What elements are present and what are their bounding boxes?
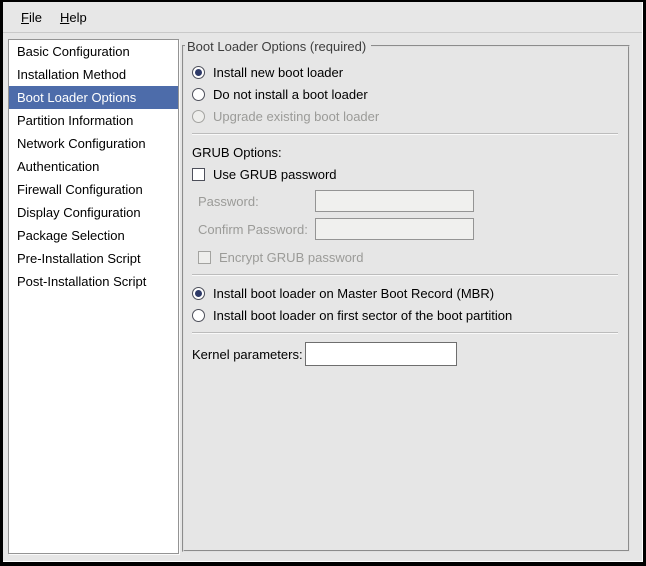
- check-row-encrypt-grub-password: Encrypt GRUB password: [198, 246, 618, 268]
- radio-row-upgrade-existing: Upgrade existing boot loader: [192, 105, 618, 127]
- radio-label: Install new boot loader: [213, 65, 343, 80]
- kernel-parameters-label: Kernel parameters:: [192, 347, 305, 362]
- grub-options-label: GRUB Options:: [192, 141, 618, 163]
- sidebar-item-pre-installation-script[interactable]: Pre-Installation Script: [9, 247, 178, 270]
- radio-label: Upgrade existing boot loader: [213, 109, 379, 124]
- separator: [192, 332, 618, 334]
- sidebar-item-boot-loader-options[interactable]: Boot Loader Options: [9, 86, 178, 109]
- sidebar-item-partition-information[interactable]: Partition Information: [9, 109, 178, 132]
- sidebar-item-installation-method[interactable]: Installation Method: [9, 63, 178, 86]
- checkbox-label: Encrypt GRUB password: [219, 250, 364, 265]
- menu-file[interactable]: File: [12, 5, 51, 30]
- radio-row-do-not-install[interactable]: Do not install a boot loader: [192, 83, 618, 105]
- sidebar-item-network-configuration[interactable]: Network Configuration: [9, 132, 178, 155]
- radio-row-install-new[interactable]: Install new boot loader: [192, 61, 618, 83]
- radio-label: Install boot loader on Master Boot Recor…: [213, 286, 494, 301]
- sidebar-item-post-installation-script[interactable]: Post-Installation Script: [9, 270, 178, 293]
- kernel-parameters-row: Kernel parameters:: [192, 342, 618, 366]
- check-row-use-grub-password[interactable]: Use GRUB password: [192, 163, 618, 185]
- sidebar-item-authentication[interactable]: Authentication: [9, 155, 178, 178]
- separator: [192, 133, 618, 135]
- radio-label: Install boot loader on first sector of t…: [213, 308, 512, 323]
- menu-bar: FileHelp: [3, 2, 642, 33]
- sidebar-item-package-selection[interactable]: Package Selection: [9, 224, 178, 247]
- radio-install-new-boot-loader[interactable]: [192, 66, 205, 79]
- radio-install-on-first-sector[interactable]: [192, 309, 205, 322]
- frame-title: Boot Loader Options (required): [185, 38, 371, 55]
- password-input[interactable]: [315, 190, 474, 212]
- confirm-password-field-row: Confirm Password:: [198, 218, 618, 240]
- confirm-password-input[interactable]: [315, 218, 474, 240]
- menu-help[interactable]: Help: [51, 5, 96, 30]
- separator: [192, 274, 618, 276]
- checkbox-label: Use GRUB password: [213, 167, 337, 182]
- sidebar-section-list: Basic ConfigurationInstallation MethodBo…: [8, 39, 179, 554]
- sidebar-item-basic-configuration[interactable]: Basic Configuration: [9, 40, 178, 63]
- radio-upgrade-existing-boot-loader: [192, 110, 205, 123]
- radio-row-install-first-sector[interactable]: Install boot loader on first sector of t…: [192, 304, 618, 326]
- kernel-parameters-input[interactable]: [305, 342, 457, 366]
- confirm-password-label: Confirm Password:: [198, 222, 315, 237]
- sidebar-item-display-configuration[interactable]: Display Configuration: [9, 201, 178, 224]
- radio-row-install-mbr[interactable]: Install boot loader on Master Boot Recor…: [192, 282, 618, 304]
- app-window: FileHelp Basic ConfigurationInstallation…: [3, 2, 643, 562]
- boot-loader-options-frame: Boot Loader Options (required) Install n…: [182, 45, 630, 552]
- checkbox-use-grub-password[interactable]: [192, 168, 205, 181]
- checkbox-encrypt-grub-password: [198, 251, 211, 264]
- radio-do-not-install-boot-loader[interactable]: [192, 88, 205, 101]
- radio-label: Do not install a boot loader: [213, 87, 368, 102]
- radio-install-on-mbr[interactable]: [192, 287, 205, 300]
- password-field-row: Password:: [198, 190, 618, 212]
- sidebar-item-firewall-configuration[interactable]: Firewall Configuration: [9, 178, 178, 201]
- password-label: Password:: [198, 194, 315, 209]
